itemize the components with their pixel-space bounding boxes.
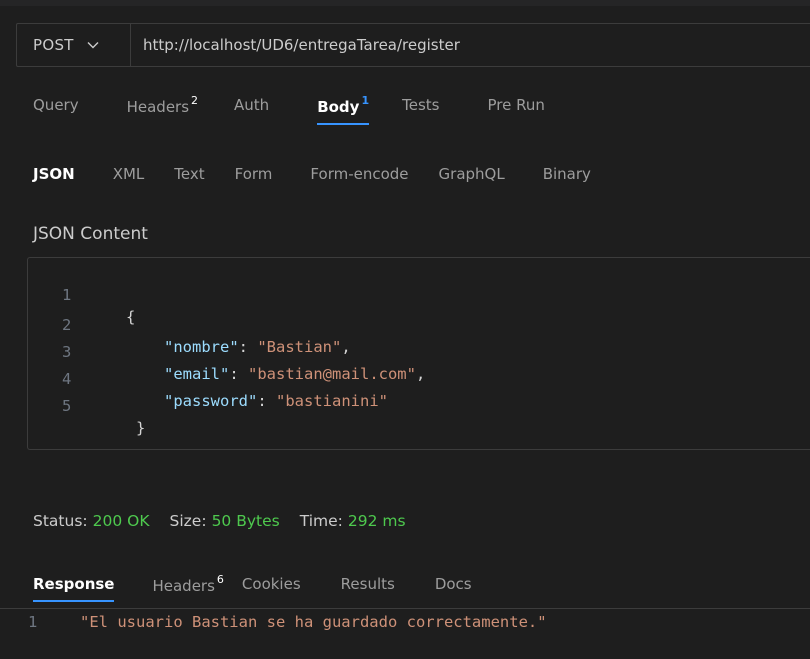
tab-graphql[interactable]: GraphQL bbox=[439, 165, 505, 183]
tab-label: Pre Run bbox=[487, 96, 545, 114]
status-label: Status: bbox=[33, 512, 88, 530]
tab-label: Form-encode bbox=[310, 165, 409, 183]
tab-badge: 1 bbox=[361, 94, 370, 107]
json-key: "password" bbox=[164, 392, 258, 410]
tab-label: Text bbox=[174, 165, 205, 183]
tab-label: XML bbox=[112, 165, 145, 183]
tab-label: Headers bbox=[126, 98, 190, 116]
json-comma: , bbox=[415, 365, 426, 383]
method-select[interactable]: POST bbox=[17, 24, 131, 66]
tab-label: GraphQL bbox=[438, 165, 505, 183]
time-value: 292 ms bbox=[347, 512, 406, 530]
response-body[interactable]: 1 "El usuario Bastian se ha guardado cor… bbox=[0, 608, 810, 659]
tab-cookies[interactable]: Cookies bbox=[242, 575, 301, 593]
tab-label: Headers bbox=[152, 577, 215, 595]
time-item: Time: 292 ms bbox=[300, 512, 406, 530]
size-value: 50 Bytes bbox=[211, 512, 280, 530]
editor-line: 1 { bbox=[28, 262, 135, 326]
url-bar: POST bbox=[16, 23, 810, 67]
response-text: "El usuario Bastian se ha guardado corre… bbox=[80, 613, 547, 631]
tab-label: Docs bbox=[434, 575, 472, 593]
tab-body[interactable]: Body 1 bbox=[317, 94, 370, 125]
json-value: "Bastian" bbox=[257, 338, 342, 356]
response-status-bar: Status: 200 OK Size: 50 Bytes Time: 292 … bbox=[33, 512, 426, 530]
time-label: Time: bbox=[299, 512, 343, 530]
size-item: Size: 50 Bytes bbox=[170, 512, 280, 530]
status-value: 200 OK bbox=[92, 512, 150, 530]
json-content-title: JSON Content bbox=[33, 224, 148, 244]
json-key: "nombre" bbox=[164, 338, 239, 356]
tab-badge: 6 bbox=[216, 573, 224, 586]
tab-pre-run[interactable]: Pre Run bbox=[487, 96, 544, 114]
chevron-down-icon bbox=[87, 42, 99, 49]
tab-query[interactable]: Query bbox=[33, 96, 79, 114]
body-type-tabs: JSON XML Text Form Form-encode GraphQL B… bbox=[33, 165, 591, 183]
active-tab-indicator bbox=[317, 123, 370, 125]
line-number: 5 bbox=[62, 397, 72, 415]
tab-results[interactable]: Results bbox=[341, 575, 395, 593]
tab-label: Form bbox=[234, 165, 273, 183]
open-brace: { bbox=[126, 308, 136, 326]
tab-headers[interactable]: Headers 2 bbox=[126, 94, 199, 116]
tab-badge: 2 bbox=[191, 94, 199, 107]
tab-label: Cookies bbox=[241, 575, 301, 593]
tab-response[interactable]: Response bbox=[33, 575, 115, 602]
editor-line: 4 "password": "bastianini" bbox=[62, 370, 388, 410]
active-tab-indicator bbox=[33, 600, 115, 602]
tab-docs[interactable]: Docs bbox=[435, 575, 472, 593]
json-value: "bastian@mail.com" bbox=[248, 365, 416, 383]
editor-line: 2 "nombre": "Bastian", bbox=[62, 316, 351, 356]
tab-tests[interactable]: Tests bbox=[402, 96, 439, 114]
tab-label: JSON bbox=[33, 165, 75, 183]
json-key: "email" bbox=[164, 365, 230, 383]
tab-form-encode[interactable]: Form-encode bbox=[310, 165, 408, 183]
line-number: 1 bbox=[28, 613, 38, 631]
tab-binary[interactable]: Binary bbox=[543, 165, 591, 183]
tab-label: Tests bbox=[402, 96, 440, 114]
tab-form[interactable]: Form bbox=[235, 165, 273, 183]
editor-line: 3 "email": "bastian@mail.com", bbox=[62, 343, 426, 383]
json-value: "bastianini" bbox=[276, 392, 388, 410]
request-tabs: Query Headers 2 Auth Body 1 Tests Pre Run bbox=[33, 94, 545, 125]
tab-label: Response bbox=[33, 575, 115, 593]
close-brace: } bbox=[136, 419, 146, 437]
tab-json[interactable]: JSON bbox=[33, 165, 75, 183]
tab-label: Body bbox=[317, 98, 360, 116]
tab-response-headers[interactable]: Headers 6 bbox=[152, 573, 224, 595]
tab-label: Results bbox=[340, 575, 395, 593]
tab-text[interactable]: Text bbox=[174, 165, 204, 183]
method-label: POST bbox=[33, 36, 74, 54]
tab-label: Binary bbox=[542, 165, 591, 183]
size-label: Size: bbox=[169, 512, 207, 530]
json-comma: , bbox=[341, 338, 351, 356]
tab-xml[interactable]: XML bbox=[113, 165, 145, 183]
url-input[interactable] bbox=[131, 24, 810, 66]
status-item: Status: 200 OK bbox=[33, 512, 150, 530]
tab-auth[interactable]: Auth bbox=[234, 96, 269, 114]
json-editor[interactable]: 1 { 2 "nombre": "Bastian", 3 "email": "b… bbox=[27, 257, 810, 450]
tab-label: Query bbox=[33, 96, 79, 114]
editor-line: 5 } bbox=[28, 373, 145, 437]
tab-label: Auth bbox=[234, 96, 270, 114]
top-strip bbox=[0, 0, 810, 6]
response-tabs: Response Headers 6 Cookies Results Docs bbox=[33, 573, 472, 602]
